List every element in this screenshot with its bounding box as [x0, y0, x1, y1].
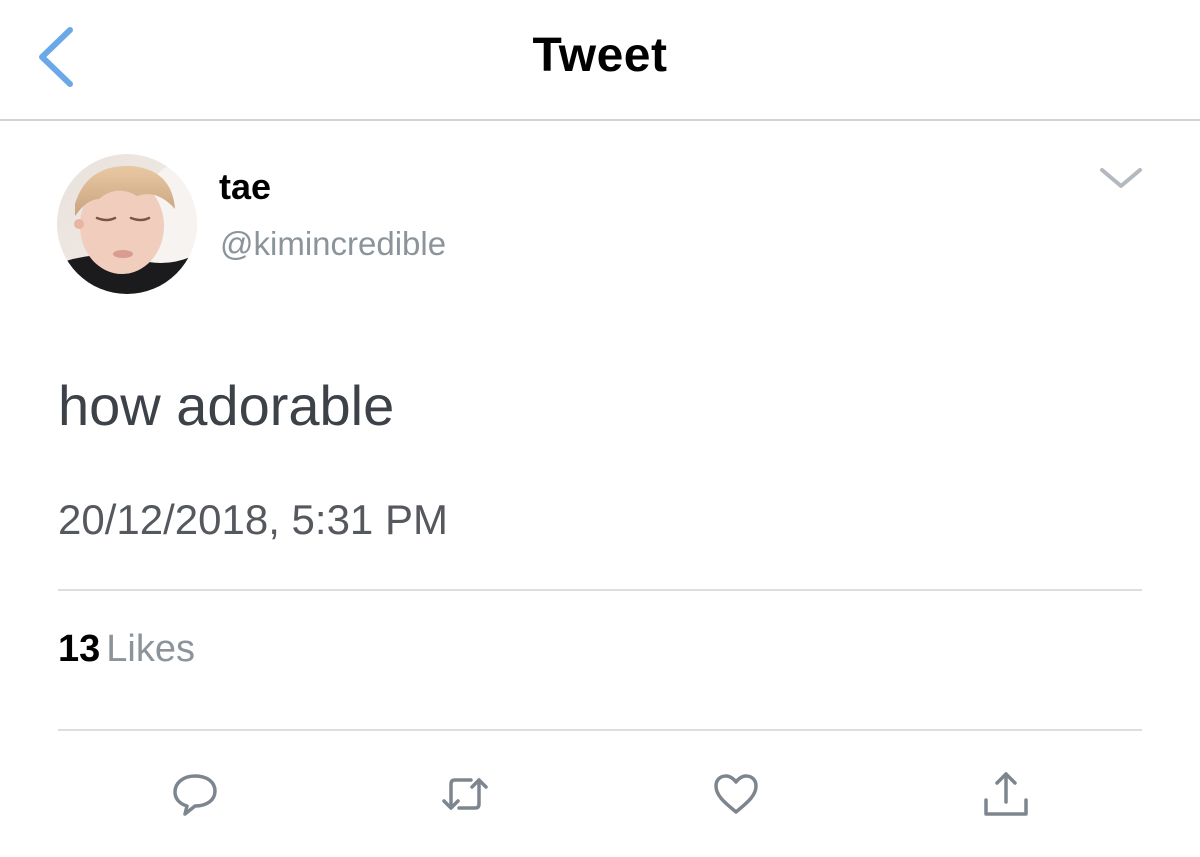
- likes-label: Likes: [106, 628, 195, 670]
- likes-count: 13: [58, 628, 101, 670]
- top-bar: Tweet: [0, 0, 1200, 121]
- retweet-button[interactable]: [437, 768, 493, 820]
- more-options-button[interactable]: [1094, 160, 1148, 196]
- reply-button[interactable]: [167, 768, 223, 820]
- tweet-text: how adorable: [58, 374, 395, 437]
- user-handle: @kimincredible: [220, 225, 447, 262]
- page-title: Tweet: [532, 29, 668, 82]
- like-icon: [714, 774, 758, 814]
- avatar[interactable]: [57, 154, 197, 294]
- chevron-down-icon: [1100, 168, 1142, 188]
- share-icon: [984, 772, 1028, 816]
- likes-stat[interactable]: 13 Likes: [58, 628, 195, 671]
- reply-icon: [173, 774, 217, 816]
- share-button[interactable]: [978, 768, 1034, 820]
- divider: [58, 729, 1142, 731]
- tweet-timestamp: 20/12/2018, 5:31 PM: [58, 496, 448, 543]
- like-button[interactable]: [708, 768, 764, 820]
- profile-photo: [57, 154, 197, 294]
- divider: [58, 589, 1142, 591]
- display-name[interactable]: tae: [219, 166, 271, 208]
- retweet-icon: [442, 778, 488, 810]
